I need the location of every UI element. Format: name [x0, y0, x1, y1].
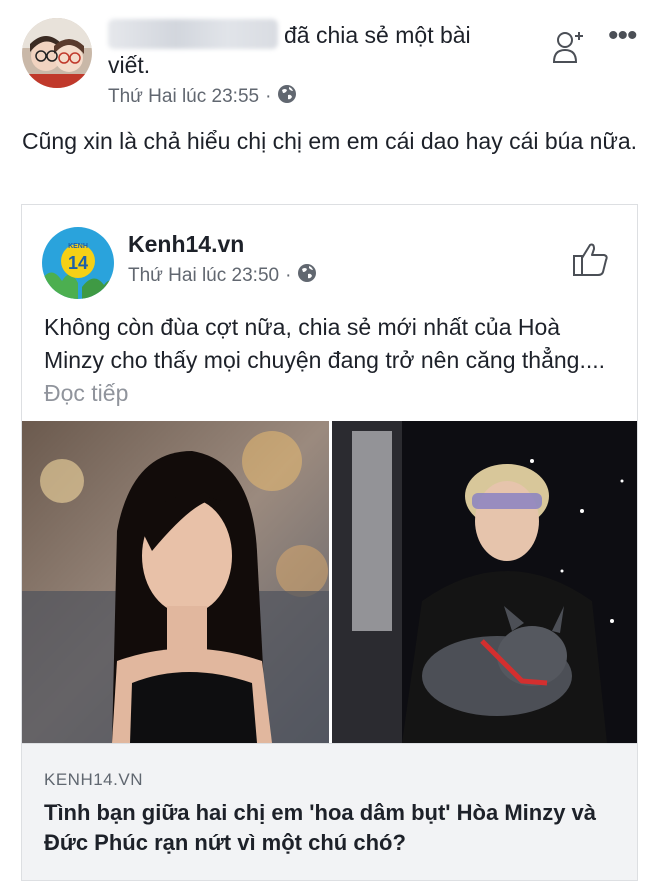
shared-post-card[interactable]: KENH 14 Kenh14.vn Thứ Hai lúc 23:50 · Kh… — [21, 204, 638, 881]
shared-post-time[interactable]: Thứ Hai lúc 23:50 — [128, 265, 279, 287]
globe-icon[interactable] — [277, 84, 297, 110]
meta-separator: · — [285, 265, 292, 286]
logo-number: 14 — [68, 253, 88, 273]
share-action-text: đã chia sẻ một bài viết. — [108, 22, 471, 78]
post-status-text: Cũng xin là chả hiểu chị chị em em cái d… — [22, 128, 638, 154]
photo-woman[interactable] — [22, 421, 329, 743]
logo-top-text: KENH — [68, 243, 88, 250]
more-options-icon[interactable]: ••• — [608, 21, 637, 51]
author-avatar[interactable] — [22, 18, 92, 88]
post-time[interactable]: Thứ Hai lúc 23:55 — [108, 86, 259, 108]
shared-post-body: Không còn đùa cợt nữa, chia sẻ mới nhất … — [44, 314, 606, 373]
read-more-link[interactable]: Đọc tiếp — [44, 380, 128, 406]
post-meta: Thứ Hai lúc 23:55 · — [108, 84, 297, 110]
globe-icon[interactable] — [297, 263, 317, 289]
thumbs-up-icon[interactable] — [572, 241, 610, 277]
link-title[interactable]: Tình bạn giữa hai chị em 'hoa dâm bụt' H… — [44, 798, 619, 858]
shared-post-meta: Thứ Hai lúc 23:50 · — [128, 263, 317, 289]
add-friend-icon[interactable] — [552, 28, 586, 66]
link-photos[interactable] — [22, 421, 637, 743]
meta-separator: · — [265, 86, 272, 107]
link-preview[interactable]: KENH14.VN Tình bạn giữa hai chị em 'hoa … — [22, 743, 637, 880]
photo-man-with-dog[interactable] — [332, 421, 637, 743]
page-name[interactable]: Kenh14.vn — [128, 231, 244, 258]
shared-post-text: Không còn đùa cợt nữa, chia sẻ mới nhất … — [44, 311, 624, 410]
link-domain: KENH14.VN — [44, 770, 143, 789]
page-logo[interactable]: KENH 14 — [42, 227, 114, 299]
